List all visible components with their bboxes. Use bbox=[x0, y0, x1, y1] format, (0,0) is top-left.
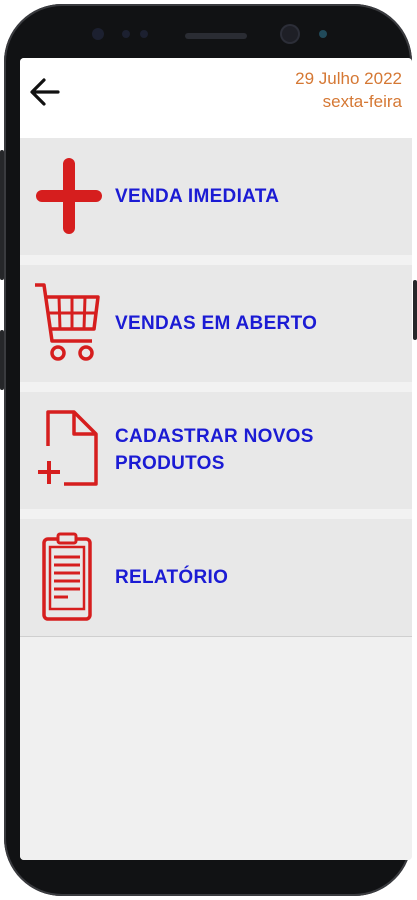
clipboard-report-icon bbox=[42, 532, 92, 621]
new-document-icon bbox=[38, 410, 98, 486]
phone-sensor bbox=[319, 30, 327, 38]
phone-frame: 29 Julho 2022 sexta-feira VENDA IMEDIATA bbox=[4, 4, 412, 896]
phone-volume-button bbox=[0, 150, 4, 280]
shopping-cart-icon bbox=[35, 283, 100, 361]
plus-icon bbox=[36, 158, 102, 234]
empty-area bbox=[20, 637, 412, 860]
menu-divider bbox=[20, 255, 412, 265]
header-weekday: sexta-feira bbox=[322, 92, 402, 111]
header-date: 29 Julho 2022 bbox=[295, 69, 402, 88]
menu-item-venda-imediata[interactable]: VENDA IMEDIATA bbox=[20, 138, 412, 256]
phone-sensor-left-2 bbox=[122, 30, 130, 38]
app-screen: 29 Julho 2022 sexta-feira VENDA IMEDIATA bbox=[20, 58, 412, 860]
menu-label-vendas-em-aberto: VENDAS EM ABERTO bbox=[115, 313, 318, 334]
menu-item-relatorio[interactable]: RELATÓRIO bbox=[20, 519, 412, 637]
phone-sensor-left bbox=[92, 28, 104, 40]
menu-divider bbox=[20, 509, 412, 519]
menu-divider bbox=[20, 382, 412, 392]
menu-label-relatorio: RELATÓRIO bbox=[115, 567, 229, 588]
arrow-left-icon[interactable] bbox=[26, 72, 66, 112]
menu-item-cadastrar-produtos[interactable]: CADASTRAR NOVOS PRODUTOS bbox=[20, 392, 412, 510]
phone-camera bbox=[282, 26, 298, 42]
phone-sensor-left-3 bbox=[140, 30, 148, 38]
phone-speaker bbox=[185, 33, 247, 39]
phone-bixby-button bbox=[0, 330, 4, 390]
menu-label-cadastrar-produtos: CADASTRAR NOVOS PRODUTOS bbox=[115, 426, 314, 474]
phone-power-button bbox=[413, 280, 417, 340]
menu-label-venda-imediata: VENDA IMEDIATA bbox=[115, 186, 280, 207]
menu-item-vendas-em-aberto[interactable]: VENDAS EM ABERTO bbox=[20, 265, 412, 383]
app-header: 29 Julho 2022 sexta-feira bbox=[20, 58, 412, 138]
